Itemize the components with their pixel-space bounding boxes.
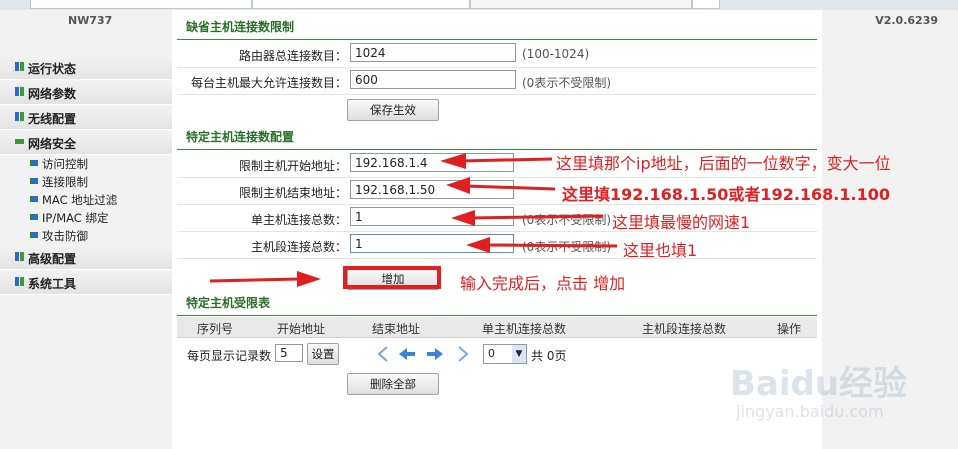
total-pages: 共 0页 (531, 349, 567, 363)
browser-tab-active[interactable] (470, 0, 692, 9)
segment-label: 主机段连接总数： (250, 240, 347, 254)
total-connections-input[interactable]: 1024 (350, 43, 516, 62)
divider (177, 39, 817, 40)
column-header: 主机段连接总数 (642, 322, 727, 336)
menu-grid-icon (15, 277, 24, 286)
sidebar-subitem-label: 攻击防御 (42, 229, 88, 243)
section-title-default-limit: 缺省主机连接数限制 (186, 20, 295, 34)
column-header: 单主机连接总数 (482, 322, 567, 336)
browser-tab-new[interactable] (692, 0, 720, 9)
browser-tab[interactable] (252, 0, 470, 9)
form-row-segment: 主机段连接总数： 1 (0表示不受限制) (177, 232, 817, 259)
annotation-click-add: 输入完成后，点击 增加 (460, 274, 626, 293)
per-host-label: 每台主机最大允许连接数目： (190, 76, 347, 90)
browser-tab[interactable] (30, 0, 252, 9)
bullet-icon (30, 232, 38, 238)
start-address-label: 限制主机开始地址： (238, 159, 347, 173)
prev-page-icon[interactable] (399, 348, 415, 360)
set-per-page-button[interactable]: 设置 (307, 343, 339, 365)
menu-grid-icon (15, 252, 24, 261)
sidebar-item-system-tools[interactable]: 系统工具 (0, 270, 172, 295)
form-row-total-connections: 路由器总连接数目： 1024 (100-1024) (177, 41, 817, 68)
bullet-icon (30, 160, 38, 166)
sidebar-item-advanced[interactable]: 高级配置 (0, 245, 172, 270)
sidebar-item-label: 网络参数 (28, 87, 77, 101)
sidebar-item-label: 运行状态 (28, 62, 77, 76)
table-header: 序列号 开始地址 结束地址 单主机连接总数 主机段连接总数 操作 (177, 317, 817, 338)
menu-grid-icon (15, 87, 24, 96)
sidebar-subitem-label: 访问控制 (42, 157, 88, 171)
column-header: 开始地址 (277, 322, 326, 336)
last-page-icon[interactable] (458, 346, 469, 362)
start-address-input[interactable]: 192.168.1.4 (350, 153, 514, 172)
firmware-version: V2.0.6239 (875, 14, 938, 27)
annotation-segment: 这里也填1 (623, 241, 698, 260)
section-title-specific-config: 特定主机连接数配置 (186, 130, 295, 144)
single-host-hint: (0表示不受限制) (522, 213, 611, 227)
sidebar-item-label: 无线配置 (28, 112, 77, 126)
sidebar-item-network[interactable]: 网络参数 (0, 80, 172, 105)
sidebar-subitem-label: IP/MAC 绑定 (42, 211, 109, 225)
per-page-label: 每页显示记录数 (187, 349, 272, 363)
next-page-icon[interactable] (427, 348, 443, 360)
menu-grid-icon (15, 62, 24, 71)
baidu-watermark: Baidu经验 jingyan.baidu.com (730, 356, 940, 436)
per-page-input[interactable]: 5 (275, 344, 303, 362)
sidebar-item-label: 系统工具 (28, 277, 77, 291)
end-address-label: 限制主机结束地址： (238, 186, 347, 200)
page-select[interactable]: 0 ▼ (483, 344, 527, 364)
sidebar-item-security[interactable]: 网络安全 (0, 130, 172, 155)
column-header: 序列号 (197, 322, 234, 336)
bullet-icon (30, 214, 38, 220)
device-model: NW737 (68, 14, 113, 27)
column-header: 操作 (777, 322, 802, 336)
column-header: 结束地址 (372, 322, 421, 336)
page-select-value: 0 (488, 347, 495, 360)
total-connections-hint: (100-1024) (522, 47, 590, 61)
sidebar-subitem-label: 连接限制 (42, 175, 88, 189)
menu-collapse-icon (15, 139, 24, 144)
single-host-label: 单主机连接总数： (250, 213, 347, 227)
end-address-input[interactable]: 192.168.1.50 (350, 180, 514, 199)
divider (177, 315, 817, 316)
sidebar-item-label: 高级配置 (28, 252, 77, 266)
segment-hint: (0表示不受限制) (522, 240, 611, 254)
segment-input[interactable]: 1 (350, 234, 514, 253)
watermark-url: jingyan.baidu.com (736, 402, 884, 421)
chevron-down-icon[interactable]: ▼ (512, 345, 526, 363)
single-host-input[interactable]: 1 (350, 207, 514, 226)
delete-all-button[interactable]: 删除全部 (347, 373, 439, 395)
sidebar-subitem-label: MAC 地址过滤 (42, 193, 118, 207)
annotation-ip-start: 这里填那个ip地址，后面的一位数字，变大一位 (556, 154, 891, 173)
sidebar-item-status[interactable]: 运行状态 (0, 55, 172, 80)
menu-grid-icon (15, 112, 24, 121)
highlight-box (343, 266, 441, 289)
baidu-logo: Baidu经验 (730, 364, 908, 404)
annotation-single-host: 这里填最慢的网速1 (612, 213, 751, 232)
save-button[interactable]: 保存生效 (347, 99, 439, 121)
section-title-limited-table: 特定主机受限表 (186, 296, 271, 310)
total-connections-label: 路由器总连接数目： (238, 49, 347, 63)
sidebar-item-label: 网络安全 (28, 137, 77, 151)
annotation-ip-end: 这里填192.168.1.50或者192.168.1.100 (562, 185, 890, 204)
pager-arrows (377, 346, 469, 362)
sidebar-item-wireless[interactable]: 无线配置 (0, 105, 172, 130)
form-row-per-host: 每台主机最大允许连接数目： 600 (0表示不受限制) (177, 68, 817, 95)
per-host-input[interactable]: 600 (350, 70, 516, 89)
first-page-icon[interactable] (377, 346, 388, 362)
bullet-icon (30, 196, 38, 202)
per-host-hint: (0表示不受限制) (522, 76, 611, 90)
pagination-bar: 每页显示记录数 5 设置 0 ▼ 共 0页 (177, 342, 817, 368)
bullet-icon (30, 178, 38, 184)
